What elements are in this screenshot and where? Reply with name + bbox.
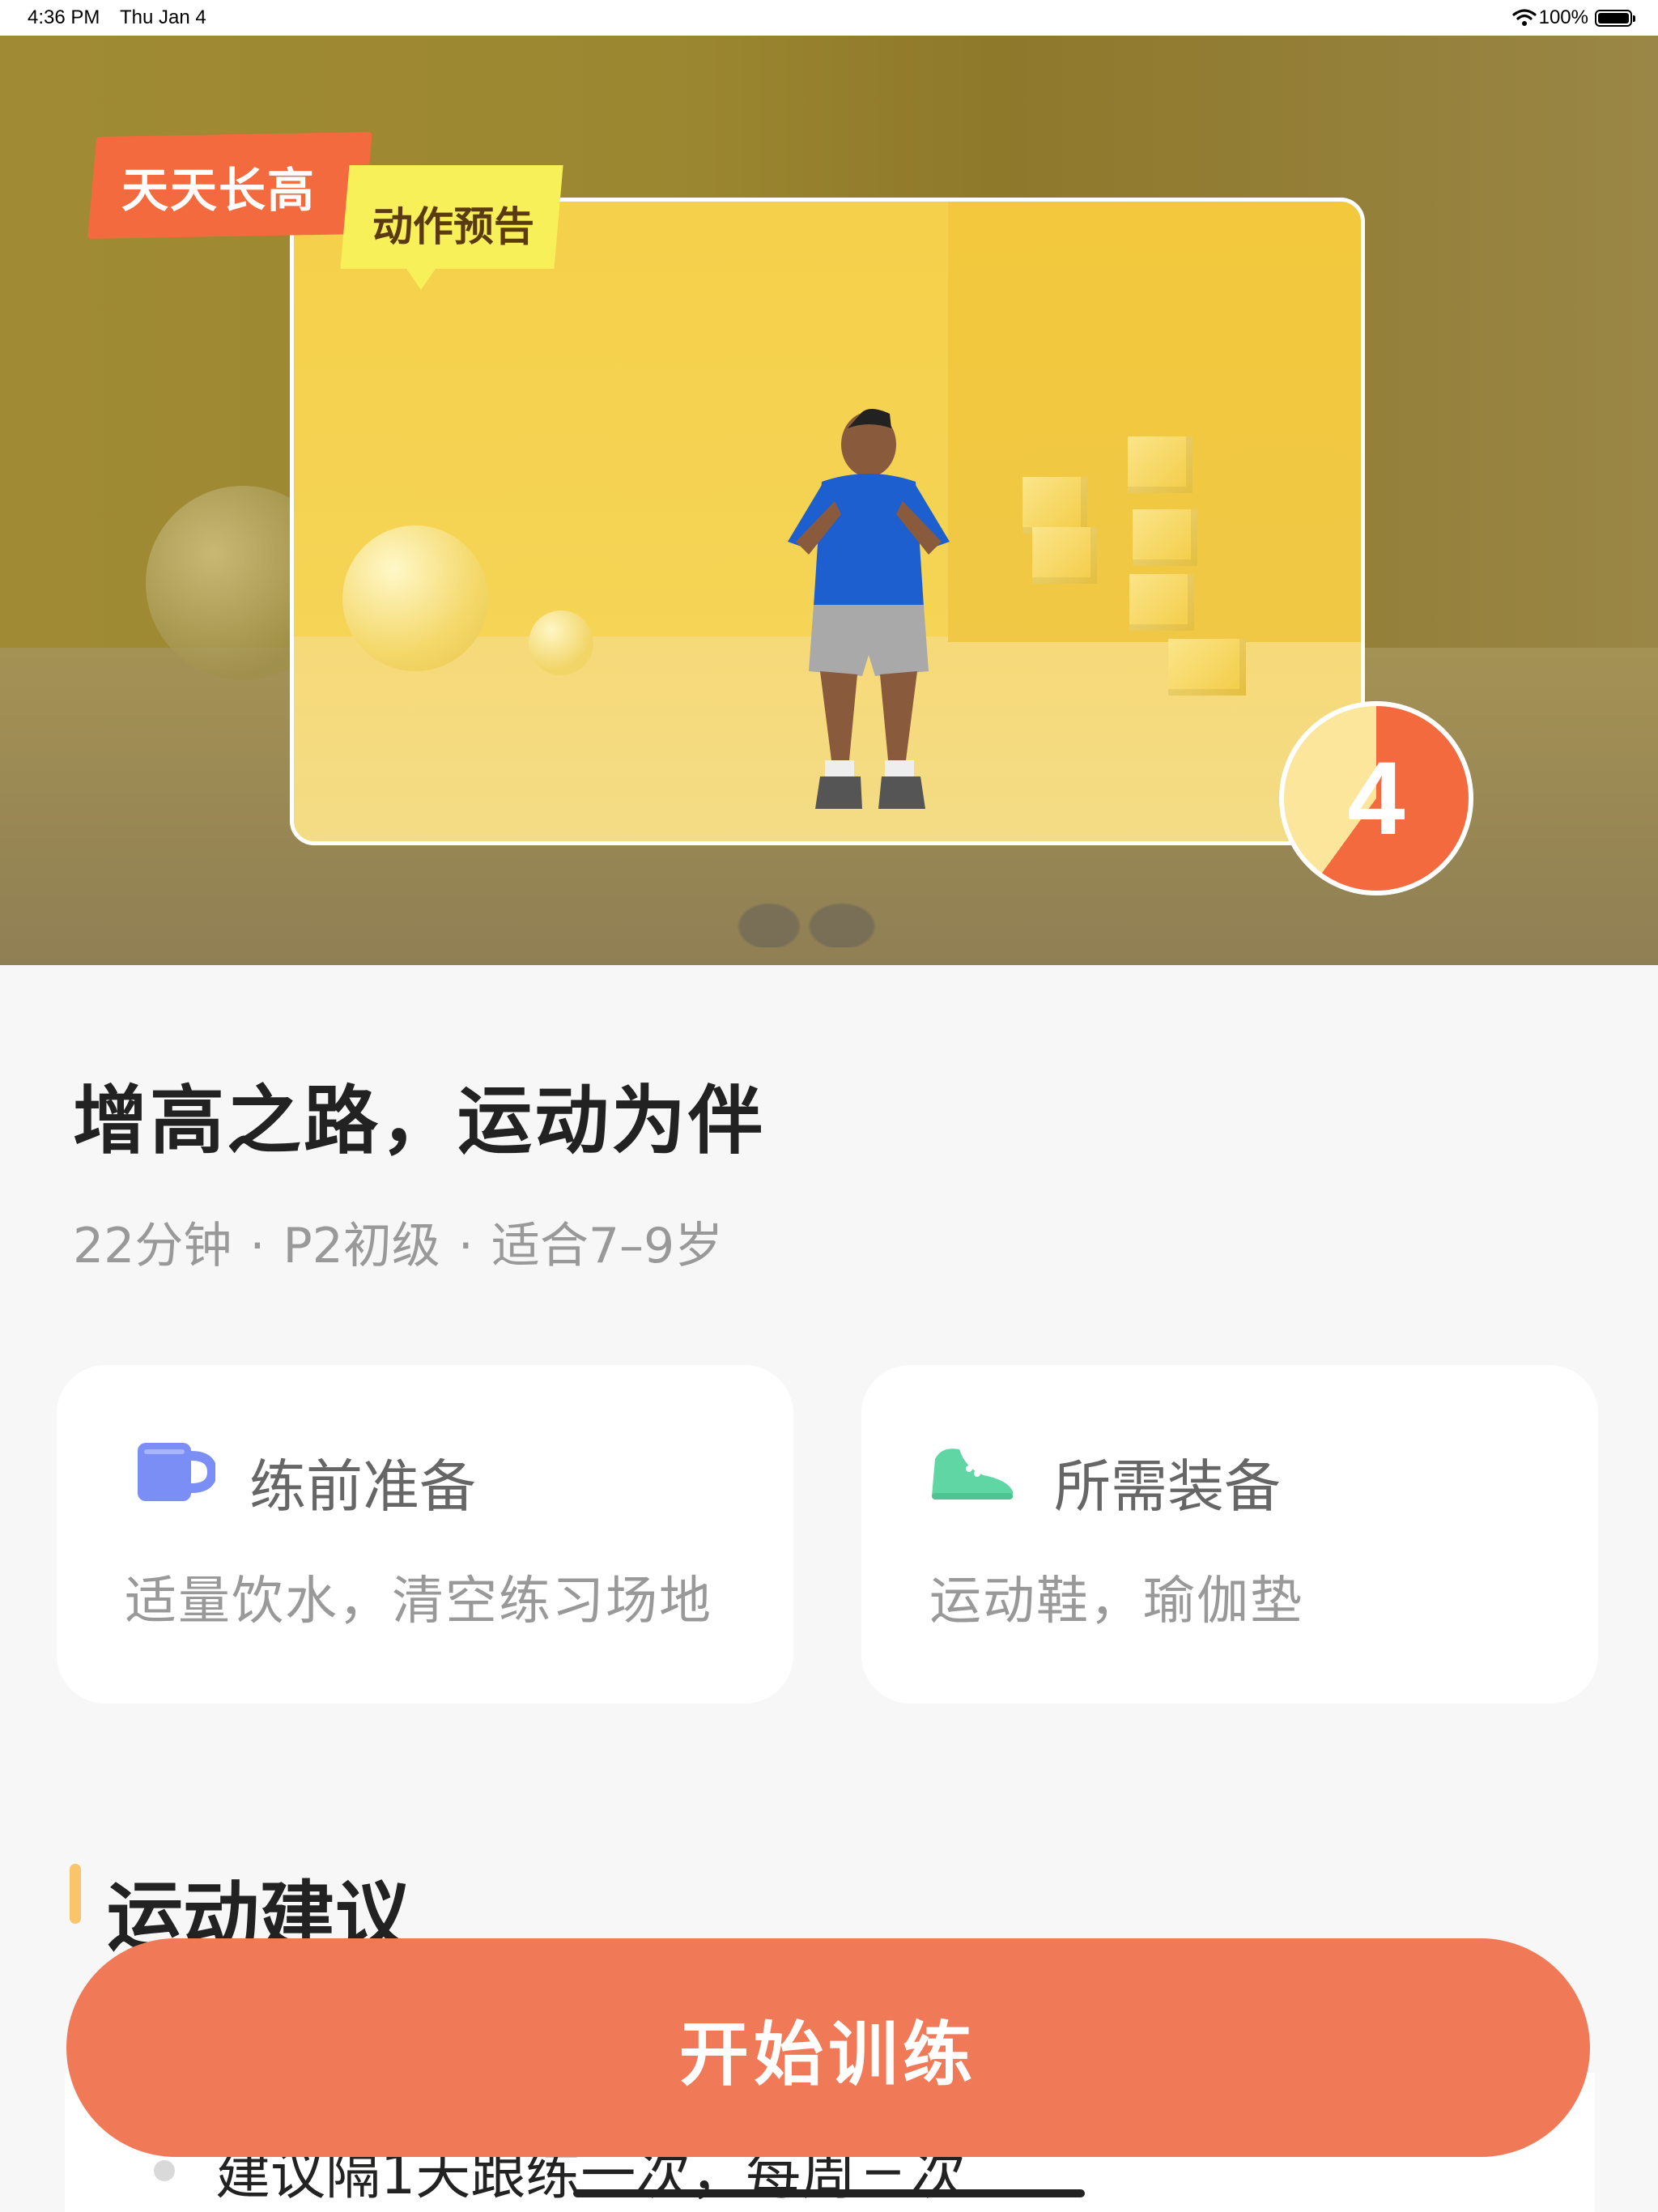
- shoe-icon: [932, 1448, 1013, 1499]
- yellow-cube: [1129, 574, 1194, 631]
- brand-label: 天天长高: [121, 163, 317, 218]
- yellow-cube: [1128, 436, 1192, 493]
- preparation-title: 练前准备: [249, 1453, 476, 1520]
- course-meta: 22分钟 · P2初级 · 适合7–9岁: [73, 1206, 723, 1277]
- start-training-label: 开始训练: [679, 2015, 977, 2094]
- equipment-desc: 运动鞋，瑜伽垫: [929, 1572, 1303, 1631]
- speech-tail: [403, 264, 439, 290]
- meta-separator: ·: [457, 1218, 474, 1274]
- course-age: 适合7–9岁: [491, 1218, 724, 1274]
- preparation-card: 练前准备 适量饮水，清空练习场地: [57, 1365, 793, 1704]
- home-indicator[interactable]: [573, 2189, 1085, 2197]
- yellow-cube: [1168, 639, 1246, 696]
- background-figure: [721, 842, 882, 947]
- course-level: P2初级: [283, 1218, 440, 1274]
- battery-percent: 100%: [1538, 6, 1588, 28]
- battery-icon: [1595, 10, 1635, 27]
- yellow-cube: [1022, 477, 1087, 534]
- equipment-title: 所需装备: [1054, 1453, 1281, 1520]
- preview-frame[interactable]: [290, 198, 1365, 845]
- bullet-dot: [154, 2160, 175, 2181]
- yellow-ball-small: [529, 610, 593, 675]
- cup-icon: [138, 1443, 215, 1501]
- yellow-ball-large: [342, 525, 488, 671]
- status-bar: 4:36 PM Thu Jan 4 100%: [0, 0, 1658, 36]
- trainer-figure: [788, 409, 950, 809]
- preparation-desc: 适量饮水，清空练习场地: [125, 1572, 712, 1631]
- course-title: 增高之路，运动为伴: [73, 1078, 766, 1164]
- preview-badge: 动作预告: [340, 165, 563, 290]
- countdown-number: 4: [1347, 740, 1405, 857]
- brand-badge: 天天长高: [87, 132, 376, 240]
- yellow-cube: [1133, 509, 1197, 566]
- countdown-timer: 4: [1279, 701, 1473, 895]
- status-time: 4:36 PM: [28, 6, 100, 28]
- course-duration: 22分钟: [73, 1218, 232, 1274]
- start-training-button[interactable]: 开始训练: [66, 1938, 1590, 2157]
- video-preview[interactable]: 天天长高 动作预告 4: [0, 32, 1658, 965]
- status-date: Thu Jan 4: [120, 6, 206, 28]
- equipment-card: 所需装备 运动鞋，瑜伽垫: [861, 1365, 1598, 1704]
- meta-separator: ·: [249, 1218, 266, 1274]
- preview-label: 动作预告: [372, 203, 534, 250]
- wifi-icon: [1512, 9, 1537, 26]
- yellow-cube: [1032, 527, 1097, 584]
- section-accent-bar: [70, 1864, 81, 1924]
